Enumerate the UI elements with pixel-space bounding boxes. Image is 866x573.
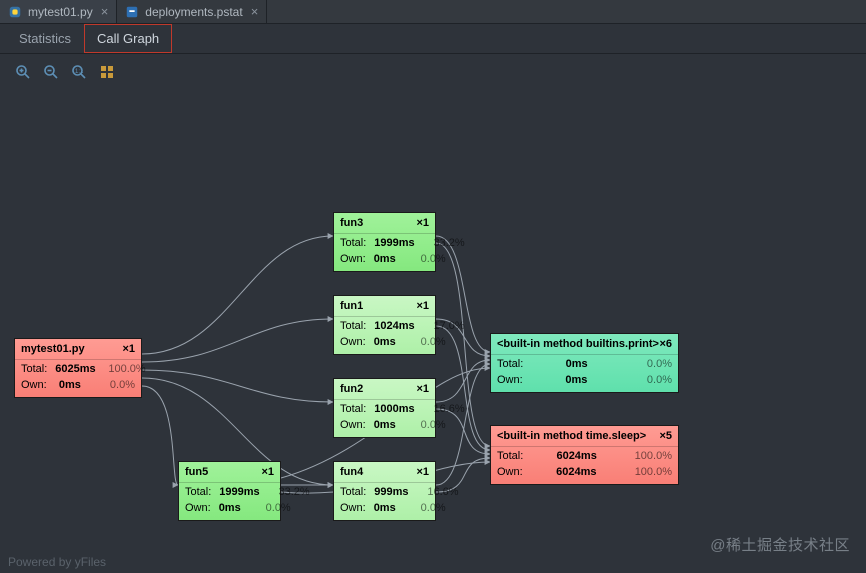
label-own: Own:: [21, 378, 47, 393]
close-icon[interactable]: ×: [251, 4, 259, 19]
node-fun2[interactable]: fun2×1 Total:1000ms16.6% Own:0ms0.0%: [333, 378, 436, 438]
powered-by-text: Powered by yFiles: [8, 555, 106, 569]
profiler-tab-bar: Statistics Call Graph: [0, 24, 866, 54]
label-total: Total:: [21, 362, 47, 377]
node-title: fun5: [185, 465, 208, 480]
call-graph-canvas[interactable]: mytest01.py×1 Total:6025ms100.0% Own:0ms…: [0, 90, 866, 570]
python-icon: [8, 5, 22, 19]
node-calls: ×5: [659, 429, 672, 444]
node-calls: ×1: [122, 342, 135, 357]
zoom-fit-icon[interactable]: 1:1: [70, 63, 88, 81]
node-calls: ×1: [416, 382, 429, 397]
node-title: fun4: [340, 465, 363, 480]
node-print[interactable]: <built-in method builtins.print>×6 Total…: [490, 333, 679, 393]
node-calls: ×1: [416, 216, 429, 231]
node-title: mytest01.py: [21, 342, 85, 357]
zoom-out-icon[interactable]: [42, 63, 60, 81]
tab-statistics[interactable]: Statistics: [6, 24, 84, 53]
pstat-icon: [125, 5, 139, 19]
node-title: <built-in method builtins.print>: [497, 337, 659, 352]
file-tab-mytest[interactable]: mytest01.py ×: [0, 0, 117, 23]
file-tab-label: mytest01.py: [28, 5, 93, 19]
file-tab-label: deployments.pstat: [145, 5, 242, 19]
node-title: fun2: [340, 382, 363, 397]
svg-text:1:1: 1:1: [75, 69, 84, 75]
close-icon[interactable]: ×: [101, 4, 109, 19]
graph-toolbar: 1:1: [0, 54, 866, 90]
tab-call-graph[interactable]: Call Graph: [84, 24, 172, 53]
file-tab-bar: mytest01.py × deployments.pstat ×: [0, 0, 866, 24]
node-title: fun1: [340, 299, 363, 314]
node-fun4[interactable]: fun4×1 Total:999ms16.6% Own:0ms0.0%: [333, 461, 436, 521]
node-fun5[interactable]: fun5×1 Total:1999ms33.2% Own:0ms0.0%: [178, 461, 281, 521]
node-sleep[interactable]: <built-in method time.sleep>×5 Total:602…: [490, 425, 679, 485]
node-calls: ×6: [659, 337, 672, 352]
node-calls: ×1: [261, 465, 274, 480]
watermark-text: @稀土掘金技术社区: [710, 534, 850, 555]
node-calls: ×1: [416, 299, 429, 314]
layout-icon[interactable]: [98, 63, 116, 81]
zoom-in-icon[interactable]: [14, 63, 32, 81]
node-calls: ×1: [416, 465, 429, 480]
node-title: fun3: [340, 216, 363, 231]
file-tab-deployments[interactable]: deployments.pstat ×: [117, 0, 267, 23]
node-root[interactable]: mytest01.py×1 Total:6025ms100.0% Own:0ms…: [14, 338, 142, 398]
node-fun1[interactable]: fun1×1 Total:1024ms17.0% Own:0ms0.0%: [333, 295, 436, 355]
node-title: <built-in method time.sleep>: [497, 429, 646, 444]
node-fun3[interactable]: fun3×1 Total:1999ms33.2% Own:0ms0.0%: [333, 212, 436, 272]
